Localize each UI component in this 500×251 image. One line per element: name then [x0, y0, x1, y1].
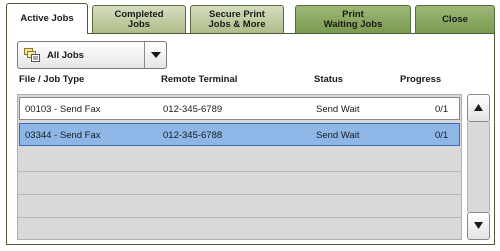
tab-completed-jobs[interactable]: Completed Jobs: [92, 5, 186, 33]
job-status: Send Wait: [316, 104, 360, 115]
table-row: [18, 172, 461, 195]
arrow-down-icon: [474, 221, 483, 231]
print-waiting-jobs-button[interactable]: Print Waiting Jobs: [295, 5, 411, 33]
job-filter-dropdown[interactable]: All Jobs: [17, 41, 167, 69]
jobs-content: All Jobs File / Job Type Remote Terminal…: [6, 33, 495, 245]
job-filter-value: All Jobs: [47, 49, 84, 61]
tab-completed-jobs-label-2: Jobs: [127, 18, 151, 30]
job-progress: 0/1: [435, 104, 449, 115]
remote-terminal: 012-345-6789: [163, 104, 223, 115]
active-jobs-panel: Active Jobs Completed Jobs Secure Print …: [6, 2, 495, 245]
tab-active-jobs[interactable]: Active Jobs: [6, 3, 88, 34]
chevron-down-icon[interactable]: [144, 42, 166, 68]
remote-terminal: 012-345-6788: [163, 130, 223, 141]
column-header-progress: Progress: [400, 74, 442, 85]
close-button[interactable]: Close: [415, 5, 495, 33]
arrow-up-icon: [474, 103, 483, 113]
tab-active-jobs-label: Active Jobs: [20, 13, 74, 24]
column-header-remote-terminal: Remote Terminal: [161, 74, 238, 85]
job-list-icon: [24, 48, 40, 62]
job-name: 03344 - Send Fax: [25, 130, 101, 141]
job-status: Send Wait: [316, 130, 360, 141]
print-waiting-jobs-label-2: Waiting Jobs: [323, 18, 383, 30]
table-row[interactable]: 00103 - Send Fax 012-345-6789 Send Wait …: [19, 97, 460, 120]
column-header-file-job-type: File / Job Type: [19, 74, 85, 85]
job-progress: 0/1: [435, 130, 449, 141]
job-name: 00103 - Send Fax: [25, 104, 101, 115]
scroll-up-button[interactable]: [467, 94, 490, 122]
tab-secure-print-label-1: Secure Print: [209, 8, 265, 20]
tab-secure-print-label-2: Jobs & More: [208, 18, 266, 30]
table-row[interactable]: 03344 - Send Fax 012-345-6788 Send Wait …: [19, 123, 460, 146]
table-row: [18, 149, 461, 172]
print-waiting-jobs-label-1: Print: [342, 8, 364, 20]
tab-bar: Active Jobs Completed Jobs Secure Print …: [6, 2, 495, 34]
job-list: 00103 - Send Fax 012-345-6789 Send Wait …: [17, 94, 462, 240]
table-row: [18, 195, 461, 218]
scroll-track[interactable]: [467, 122, 490, 212]
scroll-down-button[interactable]: [467, 212, 490, 240]
tab-completed-jobs-label-1: Completed: [114, 8, 164, 20]
column-header-status: Status: [314, 74, 344, 85]
tab-secure-print-jobs[interactable]: Secure Print Jobs & More: [190, 5, 284, 33]
job-list-scrollbar[interactable]: [467, 94, 490, 240]
close-button-label: Close: [442, 13, 468, 25]
